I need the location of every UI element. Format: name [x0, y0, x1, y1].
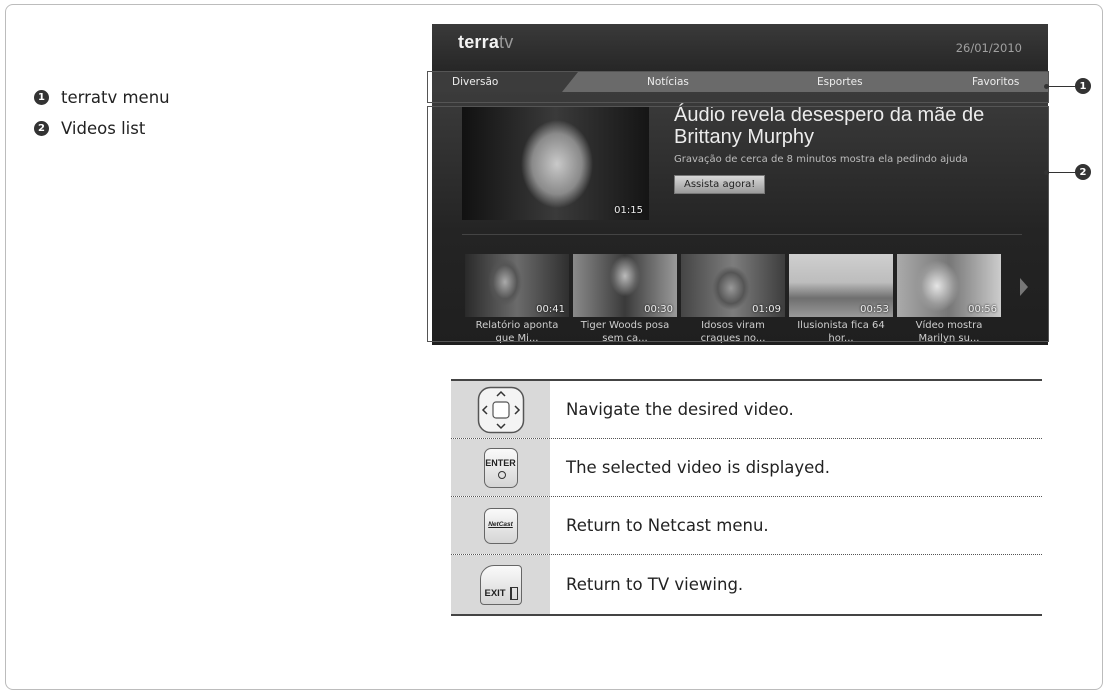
key-icon-cell: NetCast — [451, 497, 550, 554]
key-description: The selected video is displayed. — [566, 458, 831, 477]
callout-box-menu — [427, 71, 1049, 103]
legend: 1 terratv menu 2 Videos list — [34, 82, 170, 144]
number-badge: 2 — [34, 121, 49, 136]
key-row-netcast: NetCast Return to Netcast menu. — [451, 497, 1042, 555]
key-icon-cell: ENTER — [451, 439, 550, 496]
legend-item-menu: 1 terratv menu — [34, 82, 170, 113]
number-badge: 1 — [34, 90, 49, 105]
terratv-logo: terratv — [458, 32, 514, 52]
key-row-exit: EXIT Return to TV viewing. — [451, 555, 1042, 616]
key-icon-cell — [451, 381, 550, 438]
key-description: Return to Netcast menu. — [566, 516, 769, 535]
key-description: Navigate the desired video. — [566, 400, 794, 419]
callout-dot — [1044, 170, 1049, 175]
key-row-enter: ENTER The selected video is displayed. — [451, 439, 1042, 497]
key-description: Return to TV viewing. — [566, 575, 744, 594]
callout-box-videos — [427, 106, 1049, 342]
remote-key-table: Navigate the desired video. ENTER The se… — [451, 379, 1042, 616]
key-row-navigate: Navigate the desired video. — [451, 379, 1042, 439]
legend-item-videos: 2 Videos list — [34, 113, 170, 144]
callout-number-1: 1 — [1075, 78, 1091, 94]
navigation-pad-icon — [477, 386, 524, 433]
date-label: 26/01/2010 — [955, 41, 1022, 55]
key-icon-cell: EXIT — [451, 555, 550, 614]
enter-button-icon: ENTER — [483, 447, 518, 488]
tv-header: terratv 26/01/2010 — [432, 24, 1048, 72]
legend-label: Videos list — [61, 119, 146, 138]
callout-number-2: 2 — [1075, 164, 1091, 180]
legend-label: terratv menu — [61, 88, 170, 107]
callout-dot — [1044, 84, 1049, 89]
exit-button-icon: EXIT — [479, 564, 522, 605]
netcast-button-icon: NetCast — [483, 507, 518, 544]
